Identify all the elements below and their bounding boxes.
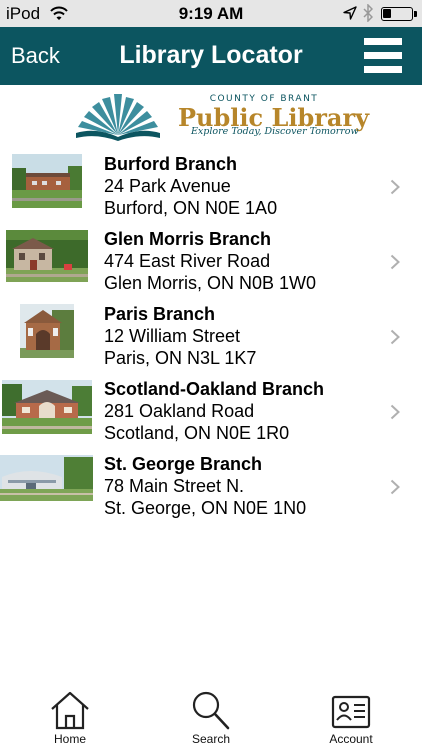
tab-account-label: Account — [329, 732, 373, 746]
tab-bar: Home Search Account — [0, 688, 422, 750]
branch-name: Scotland-Oakland Branch — [104, 379, 325, 399]
branch-row-st-george[interactable]: St. George Branch 78 Main Street N. St. … — [0, 450, 422, 525]
branch-name: Paris Branch — [104, 304, 216, 324]
battery-tip — [414, 11, 417, 17]
tab-home-label: Home — [53, 732, 86, 746]
chevron-right-icon — [390, 254, 400, 270]
chevron-right-icon — [390, 179, 400, 195]
branch-street: 78 Main Street N. — [104, 476, 245, 496]
chevron-right-icon — [390, 329, 400, 345]
branch-row-paris[interactable]: Paris Branch 12 William Street Paris, ON… — [0, 300, 422, 375]
book-fan-logo-icon — [76, 94, 160, 141]
branch-details: Paris Branch 12 William Street Paris, ON… — [104, 303, 256, 369]
branch-details: St. George Branch 78 Main Street N. St. … — [104, 453, 306, 519]
branch-name: St. George Branch — [104, 454, 263, 474]
branch-photo — [2, 380, 92, 434]
tab-account[interactable]: Account — [306, 690, 396, 748]
branch-city: Glen Morris, ON N0B 1W0 — [104, 273, 317, 293]
branch-photo — [6, 230, 88, 282]
branch-name: Glen Morris Branch — [104, 229, 272, 249]
status-time: 9:19 AM — [178, 4, 244, 23]
chevron-right-icon — [390, 479, 400, 495]
branch-details: Glen Morris Branch 474 East River Road G… — [104, 228, 316, 294]
page-title: Library Locator — [119, 41, 303, 69]
branch-city: Scotland, ON N0E 1R0 — [104, 423, 290, 443]
navigation-bar: Back Library Locator — [0, 27, 422, 85]
branch-city: St. George, ON N0E 1N0 — [104, 498, 307, 518]
branch-city: Paris, ON N3L 1K7 — [104, 348, 257, 368]
branch-row-scotland-oakland[interactable]: Scotland-Oakland Branch 281 Oakland Road… — [0, 375, 422, 450]
bluetooth-icon — [363, 4, 373, 22]
tab-home[interactable]: Home — [25, 690, 115, 748]
back-button[interactable]: Back — [11, 43, 60, 69]
home-icon — [51, 691, 89, 730]
search-icon — [192, 691, 230, 730]
tab-search[interactable]: Search — [166, 690, 256, 748]
branch-street: 24 Park Avenue — [104, 176, 231, 196]
location-arrow-icon — [343, 6, 357, 20]
branch-row-glen-morris[interactable]: Glen Morris Branch 474 East River Road G… — [0, 225, 422, 300]
branch-row-burford[interactable]: Burford Branch 24 Park Avenue Burford, O… — [0, 150, 422, 225]
battery-icon — [381, 7, 413, 21]
chevron-right-icon — [390, 404, 400, 420]
tab-search-label: Search — [191, 732, 231, 746]
branch-name: Burford Branch — [104, 154, 238, 174]
branch-street: 281 Oakland Road — [104, 401, 255, 421]
status-bar: iPod 9:19 AM — [0, 0, 422, 27]
branch-photo — [0, 455, 93, 501]
account-card-icon — [331, 695, 371, 729]
logo-tagline: Explore Today, Discover Tomorrow — [191, 126, 359, 137]
branch-street: 12 William Street — [104, 326, 241, 346]
branch-details: Scotland-Oakland Branch 281 Oakland Road… — [104, 378, 324, 444]
branch-photo — [12, 154, 82, 208]
branch-details: Burford Branch 24 Park Avenue Burford, O… — [104, 153, 277, 219]
branch-city: Burford, ON N0E 1A0 — [104, 198, 278, 218]
branch-list: Burford Branch 24 Park Avenue Burford, O… — [0, 150, 422, 525]
branch-street: 474 East River Road — [104, 251, 271, 271]
library-logo: COUNTY OF BRANT Public Library Explore T… — [0, 85, 422, 145]
branch-photo — [20, 304, 74, 358]
menu-icon[interactable] — [364, 38, 402, 74]
